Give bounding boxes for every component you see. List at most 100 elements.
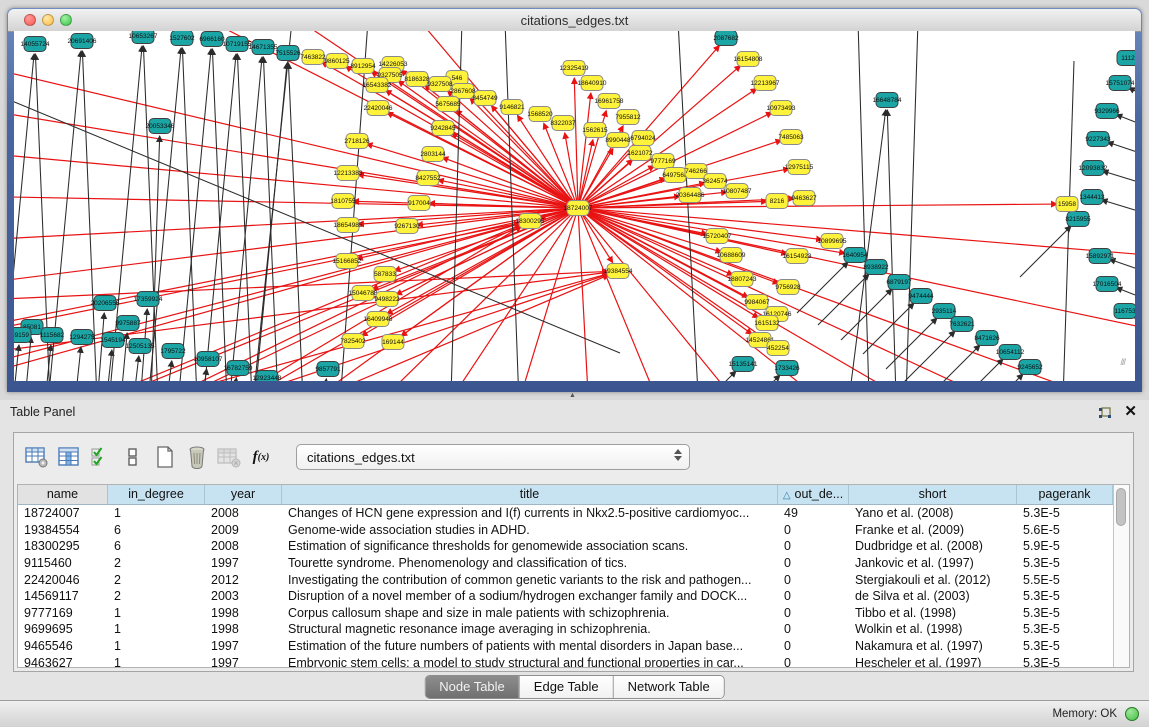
table-row[interactable]: 946362711997Embryonic stem cells: a mode… — [18, 654, 1113, 667]
cell-title[interactable]: Corpus callosum shape and size in male p… — [282, 606, 778, 620]
cell-name[interactable]: 18300295 — [18, 539, 108, 553]
cell-name[interactable]: 22420046 — [18, 573, 108, 587]
memory-ok-indicator-icon[interactable] — [1125, 707, 1139, 721]
cell-title[interactable]: Disruption of a novel member of a sodium… — [282, 589, 778, 603]
red-edge[interactable] — [578, 208, 670, 381]
tab-node-table[interactable]: Node Table — [425, 676, 519, 698]
cell-year[interactable]: 1997 — [205, 639, 282, 653]
black-edge[interactable] — [192, 54, 236, 381]
delete-column-icon[interactable] — [182, 443, 212, 471]
cell-out_degree[interactable]: 49 — [778, 506, 849, 520]
column-header-year[interactable]: year — [205, 485, 282, 504]
table-row[interactable]: 911546021997Tourette syndrome. Phenomeno… — [18, 555, 1113, 572]
cell-out_degree[interactable]: 0 — [778, 523, 849, 537]
black-edge[interactable] — [237, 54, 255, 381]
black-edge[interactable] — [1107, 142, 1135, 159]
cell-title[interactable]: Tourette syndrome. Phenomenology and cla… — [282, 556, 778, 570]
resize-grip-icon[interactable]: /// — [1120, 357, 1125, 367]
cell-short[interactable]: Stergiakouli et al. (2012) — [849, 573, 1017, 587]
black-edge[interactable] — [1102, 200, 1135, 217]
create-column-icon[interactable] — [150, 443, 180, 471]
cell-out_degree[interactable]: 0 — [778, 606, 849, 620]
black-edge[interactable] — [14, 345, 19, 381]
black-edge[interactable] — [1109, 259, 1135, 276]
cell-year[interactable]: 1998 — [205, 622, 282, 636]
cell-title[interactable]: Genome-wide association studies in ADHD. — [282, 523, 778, 537]
function-builder-icon[interactable]: f(x) — [246, 443, 276, 471]
cell-year[interactable]: 2008 — [205, 506, 282, 520]
cell-pagerank[interactable]: 5.3E-5 — [1017, 622, 1113, 636]
black-edge[interactable] — [952, 359, 1003, 381]
black-edge[interactable] — [318, 379, 326, 381]
black-edge[interactable] — [904, 331, 955, 381]
cell-name[interactable]: 9465546 — [18, 639, 108, 653]
black-edge[interactable] — [103, 350, 112, 381]
cell-pagerank[interactable]: 5.3E-5 — [1017, 656, 1113, 667]
tab-edge-table[interactable]: Edge Table — [519, 676, 613, 698]
cell-year[interactable]: 1997 — [205, 656, 282, 667]
cell-out_degree[interactable]: 0 — [778, 656, 849, 667]
black-edge[interactable] — [972, 374, 1023, 381]
row-cells-icon[interactable] — [118, 443, 148, 471]
black-edge[interactable] — [22, 337, 31, 381]
black-edge[interactable] — [929, 345, 980, 381]
black-edge[interactable] — [887, 110, 897, 381]
cell-name[interactable]: 14569117 — [18, 589, 108, 603]
cell-in_degree[interactable]: 1 — [108, 506, 205, 520]
cell-title[interactable]: Changes of HCN gene expression and I(f) … — [282, 506, 778, 520]
black-edge[interactable] — [42, 345, 51, 381]
black-edge[interactable] — [678, 31, 700, 381]
splitter-handle-icon[interactable]: ▲ — [569, 392, 576, 399]
cell-in_degree[interactable]: 2 — [108, 589, 205, 603]
cell-name[interactable]: 9699695 — [18, 622, 108, 636]
cell-in_degree[interactable]: 1 — [108, 639, 205, 653]
cell-year[interactable]: 2012 — [205, 573, 282, 587]
table-row[interactable]: 1830029562008Estimation of significance … — [18, 538, 1113, 555]
column-header-short[interactable]: short — [849, 485, 1017, 504]
cell-name[interactable]: 18724007 — [18, 506, 108, 520]
black-edge[interactable] — [1116, 115, 1135, 131]
cell-pagerank[interactable]: 5.6E-5 — [1017, 523, 1113, 537]
delete-table-icon[interactable] — [214, 443, 244, 471]
cell-year[interactable]: 1998 — [205, 606, 282, 620]
column-header-title[interactable]: title — [282, 485, 778, 504]
scrollbar-thumb[interactable] — [1116, 488, 1126, 526]
table-row[interactable]: 1938455462009Genome-wide association stu… — [18, 522, 1113, 539]
cell-short[interactable]: de Silva et al. (2003) — [849, 589, 1017, 603]
cell-pagerank[interactable]: 5.3E-5 — [1017, 639, 1113, 653]
black-edge[interactable] — [1129, 88, 1135, 103]
cell-name[interactable]: 9463627 — [18, 656, 108, 667]
table-row[interactable]: 1456911722003Disruption of a novel membe… — [18, 588, 1113, 605]
cell-year[interactable]: 2009 — [205, 523, 282, 537]
cell-in_degree[interactable]: 6 — [108, 523, 205, 537]
cell-out_degree[interactable]: 0 — [778, 589, 849, 603]
table-select-dropdown[interactable]: citations_edges.txt — [296, 444, 690, 470]
red-edge[interactable] — [578, 93, 591, 208]
black-edge[interactable] — [685, 371, 736, 381]
cell-pagerank[interactable]: 5.9E-5 — [1017, 539, 1113, 553]
cell-title[interactable]: Estimation of significance thresholds fo… — [282, 539, 778, 553]
tab-network-table[interactable]: Network Table — [613, 676, 724, 698]
black-edge[interactable] — [1020, 226, 1071, 277]
table-row[interactable]: 2242004622012Investigating the contribut… — [18, 571, 1113, 588]
cell-in_degree[interactable]: 1 — [108, 622, 205, 636]
cell-out_degree[interactable]: 0 — [778, 573, 849, 587]
cell-year[interactable]: 2003 — [205, 589, 282, 603]
float-panel-icon[interactable] — [1097, 405, 1113, 421]
cell-title[interactable]: Structural magnetic resonance image aver… — [282, 622, 778, 636]
cell-title[interactable]: Embryonic stem cells: a model to study s… — [282, 656, 778, 667]
black-edge[interactable] — [250, 31, 292, 381]
cell-name[interactable]: 9777169 — [18, 606, 108, 620]
table-row[interactable]: 969969511998Structural magnetic resonanc… — [18, 621, 1113, 638]
black-edge[interactable] — [130, 356, 139, 381]
cell-pagerank[interactable]: 5.3E-5 — [1017, 589, 1113, 603]
column-header-out_degree[interactable]: △out_de... — [778, 485, 849, 504]
cell-pagerank[interactable]: 5.3E-5 — [1017, 606, 1113, 620]
cell-out_degree[interactable]: 0 — [778, 556, 849, 570]
cell-short[interactable]: Hescheler et al. (1997) — [849, 656, 1017, 667]
column-header-pagerank[interactable]: pagerank — [1017, 485, 1113, 504]
table-options-icon[interactable] — [22, 443, 52, 471]
cell-in_degree[interactable]: 1 — [108, 606, 205, 620]
table-row[interactable]: 1872400712008Changes of HCN gene express… — [18, 505, 1113, 522]
cell-short[interactable]: Wolkin et al. (1998) — [849, 622, 1017, 636]
